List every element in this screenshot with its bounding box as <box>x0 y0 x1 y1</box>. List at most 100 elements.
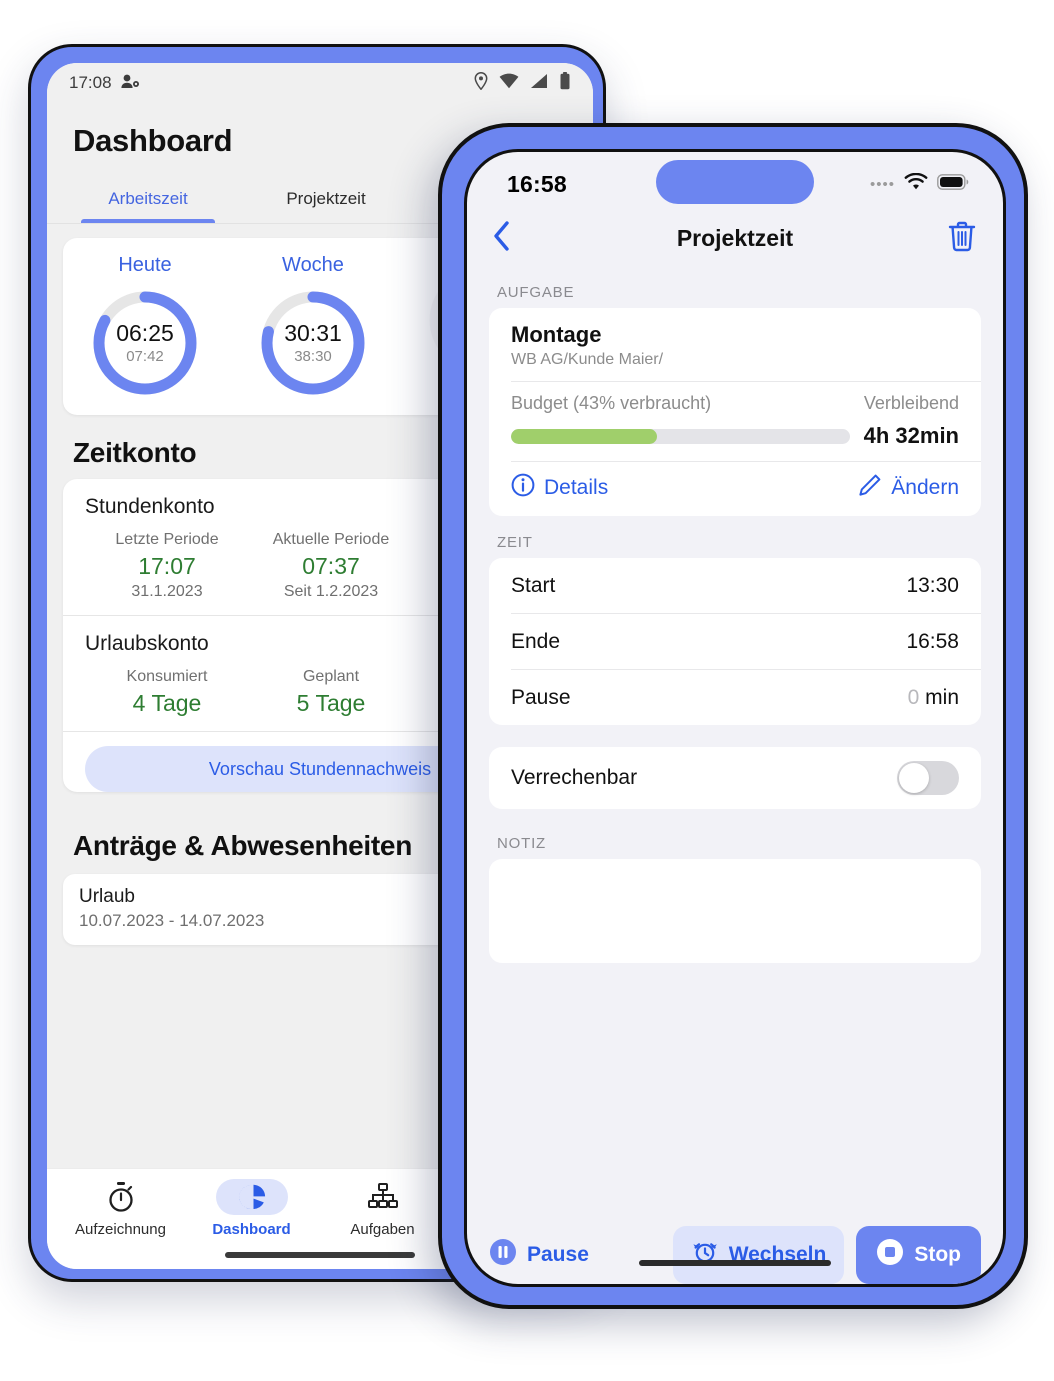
zeitkonto-title: Zeitkonto <box>73 437 197 468</box>
stop-circle-icon <box>876 1238 904 1272</box>
billable-card: Verrechenbar <box>489 747 981 809</box>
android-status-bar: 17:08 <box>47 63 593 103</box>
wifi-icon <box>499 73 519 94</box>
ios-bottom-action-bar: Pause Wechseln Stop <box>467 1210 1003 1284</box>
stundenkonto-letzte-periode: Letzte Periode 17:07 31.1.2023 <box>85 531 249 601</box>
pause-label: Pause <box>527 1243 589 1266</box>
note-textarea[interactable] <box>489 859 981 963</box>
ring-heute-target: 07:42 <box>126 347 164 365</box>
android-gesture-bar[interactable] <box>225 1252 415 1258</box>
ring-woche-target: 38:30 <box>294 347 332 365</box>
task-card: Montage WB AG/Kunde Maier/ Budget (43% v… <box>489 308 981 516</box>
column-sub: 31.1.2023 <box>131 583 203 600</box>
row-label: Pause <box>511 685 571 709</box>
ring-heute[interactable]: Heute 06:25 07:42 <box>63 254 227 399</box>
row-start[interactable]: Start 13:30 <box>489 558 981 613</box>
chevron-left-icon[interactable] <box>493 220 511 256</box>
billable-label: Verrechenbar <box>511 766 638 789</box>
ring-heute-center: 06:25 07:42 <box>89 287 201 399</box>
signal-icon <box>530 73 548 94</box>
pause-unit: min <box>925 685 959 709</box>
iphone-frame: 16:58 •••• Projektzeit AUFGABE Montage W… <box>438 123 1028 1309</box>
pause-button[interactable]: Pause <box>489 1238 589 1272</box>
column-value: 5 Tage <box>296 690 366 716</box>
dynamic-island <box>656 160 814 204</box>
details-button[interactable]: Details <box>511 473 608 503</box>
edit-button[interactable]: Ändern <box>858 473 959 503</box>
org-chart-icon <box>347 1179 419 1215</box>
budget-labels-row: Budget (43% verbraucht) Verbleibend <box>511 393 959 414</box>
column-sub: Seit 1.2.2023 <box>283 583 379 600</box>
column-value: 07:37 <box>302 553 360 579</box>
iphone-screen: 16:58 •••• Projektzeit AUFGABE Montage W… <box>464 149 1006 1287</box>
notiz-section-label: NOTIZ <box>497 835 546 852</box>
pencil-icon <box>858 473 882 503</box>
remaining-value: 4h 32min <box>863 423 959 448</box>
column-label: Aktuelle Periode <box>272 531 390 548</box>
urlaubskonto-geplant: Geplant 5 Tage <box>249 668 413 717</box>
ring-heute-value: 06:25 <box>116 320 174 347</box>
stop-label: Stop <box>914 1243 961 1266</box>
ring-woche-value: 30:31 <box>284 320 342 347</box>
ring-woche[interactable]: Woche 30:31 38:30 <box>231 254 395 399</box>
stundenkonto-name: Stundenkonto <box>85 495 215 518</box>
pause-placeholder: 0 <box>907 685 920 709</box>
requests-title: Anträge & Abwesenheiten <box>73 830 413 861</box>
column-label: Letzte Periode <box>115 531 219 548</box>
stundenkonto-aktuelle-periode: Aktuelle Periode 07:37 Seit 1.2.2023 <box>249 531 413 601</box>
switch-task-icon <box>691 1238 719 1272</box>
ring-woche-center: 30:31 38:30 <box>257 287 369 399</box>
urlaubskonto-name: Urlaubskonto <box>85 632 209 655</box>
nav-item-aufgaben[interactable]: Aufgaben <box>317 1179 448 1238</box>
ios-status-right: •••• <box>869 172 969 196</box>
nav-item-aufzeichnung[interactable]: Aufzeichnung <box>55 1179 186 1238</box>
column-value: 17:07 <box>138 553 196 579</box>
zeit-section-label: ZEIT <box>497 534 533 551</box>
row-value: 13:30 <box>906 573 959 597</box>
nav-label: Dashboard <box>212 1221 291 1238</box>
tab-projektzeit[interactable]: Projektzeit <box>237 181 415 223</box>
android-status-time: 17:08 <box>69 73 112 92</box>
task-header[interactable]: Montage WB AG/Kunde Maier/ <box>489 308 981 381</box>
location-pin-icon <box>474 71 488 95</box>
ios-nav-bar: Projektzeit <box>467 210 1003 266</box>
ring-woche-progress: 30:31 38:30 <box>257 287 369 399</box>
ios-status-time: 16:58 <box>507 170 567 197</box>
stopwatch-icon <box>85 1179 157 1215</box>
ring-heute-progress: 06:25 07:42 <box>89 287 201 399</box>
row-ende[interactable]: Ende 16:58 <box>489 614 981 669</box>
battery-icon <box>937 173 969 195</box>
task-name: Montage <box>511 322 602 347</box>
row-verrechenbar[interactable]: Verrechenbar <box>489 747 981 809</box>
stop-button[interactable]: Stop <box>856 1226 981 1284</box>
wifi-icon <box>904 172 928 196</box>
column-label: Geplant <box>302 668 360 685</box>
row-label: Start <box>511 573 556 597</box>
column-label: Konsumiert <box>126 668 208 685</box>
nav-item-dashboard[interactable]: Dashboard <box>186 1179 317 1238</box>
contact-icon <box>120 73 140 94</box>
ios-home-indicator[interactable] <box>639 1260 831 1266</box>
budget-progress-fill <box>511 428 657 444</box>
task-path: WB AG/Kunde Maier/ <box>511 351 664 368</box>
row-value: 16:58 <box>906 629 959 653</box>
row-value-group: 0 min <box>908 686 959 710</box>
tab-arbeitszeit[interactable]: Arbeitszeit <box>59 181 237 223</box>
billable-toggle[interactable] <box>897 761 959 795</box>
time-card: Start 13:30 Ende 16:58 Pause 0 min <box>489 558 981 725</box>
android-status-left: 17:08 <box>69 73 140 94</box>
cellular-dots-icon: •••• <box>869 175 895 193</box>
pause-circle-icon <box>489 1238 517 1272</box>
ios-status-bar: 16:58 •••• <box>467 152 1003 210</box>
trash-icon[interactable] <box>947 220 977 257</box>
budget-block: Budget (43% verbraucht) Verbleibend 4h 3… <box>489 382 981 461</box>
ring-heute-label: Heute <box>118 254 172 276</box>
toggle-knob <box>899 763 929 793</box>
row-pause[interactable]: Pause 0 min <box>489 670 981 725</box>
nav-label: Aufgaben <box>350 1221 415 1238</box>
aufgabe-section-label: AUFGABE <box>497 284 575 301</box>
info-circle-icon <box>511 473 535 503</box>
pie-chart-icon <box>215 1179 288 1215</box>
switch-button[interactable]: Wechseln <box>672 1226 845 1284</box>
